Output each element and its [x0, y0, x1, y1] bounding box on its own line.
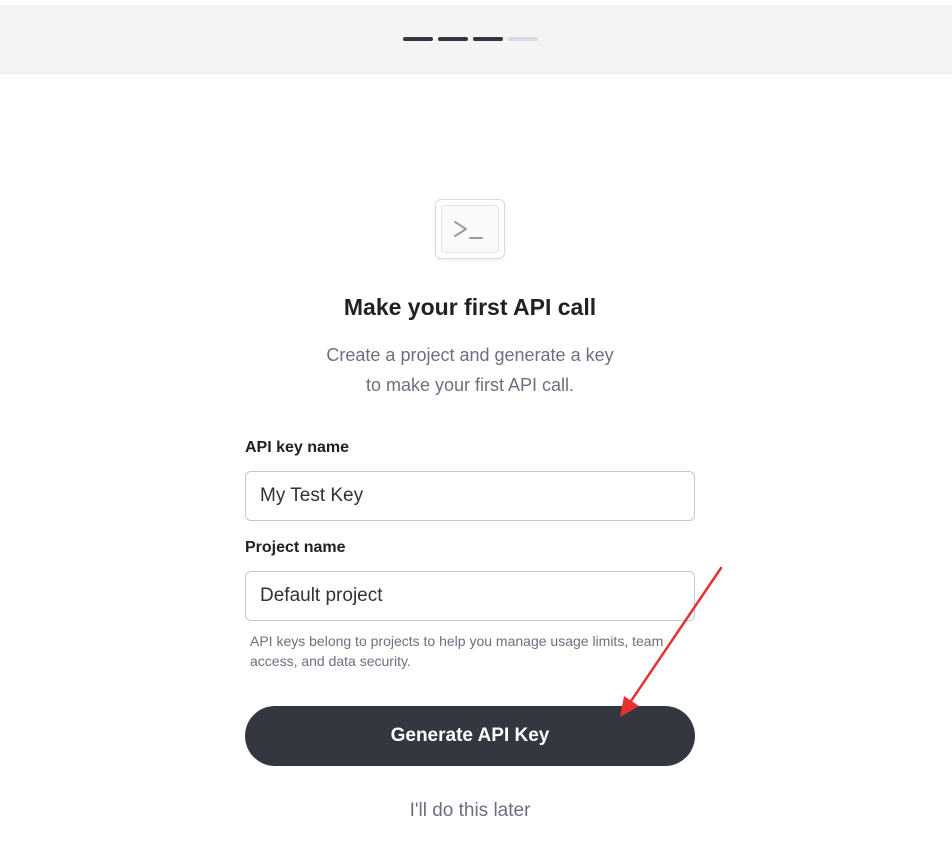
api-key-name-label: API key name	[245, 439, 350, 456]
terminal-icon-frame	[441, 205, 499, 253]
top-bar	[0, 5, 952, 74]
terminal-icon	[435, 199, 505, 259]
api-key-name-input[interactable]	[245, 471, 695, 521]
page-title: Make your first API call	[343, 294, 597, 320]
generate-api-key-button[interactable]: Generate API Key	[245, 706, 695, 766]
do-this-later-link[interactable]: I'll do this later	[0, 800, 940, 822]
progress-step-pending	[508, 37, 538, 41]
progress-step-complete	[403, 37, 433, 41]
page-subtitle: Create a project and generate a key to m…	[326, 345, 614, 395]
project-name-input[interactable]	[245, 571, 695, 621]
terminal-prompt-icon	[454, 221, 483, 239]
progress-step-complete	[473, 37, 503, 41]
progress-step-complete	[438, 37, 468, 41]
step-progress-indicator	[403, 37, 538, 41]
helper-text: API keys belong to projects to help you …	[250, 633, 664, 669]
project-name-label: Project name	[245, 539, 346, 556]
